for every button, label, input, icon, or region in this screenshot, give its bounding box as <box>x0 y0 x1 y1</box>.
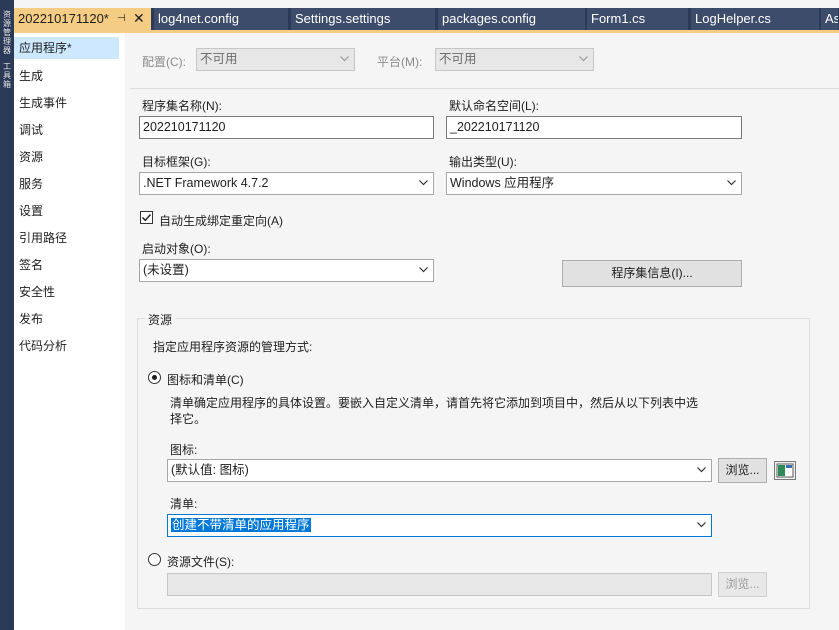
tab-label: log4net.config <box>158 11 239 26</box>
manifest-select[interactable]: 创建不带清单的应用程序 <box>167 514 712 537</box>
default-namespace-input[interactable]: _202210171120 <box>446 116 742 139</box>
tab-label: As <box>825 11 839 26</box>
tab-overflow[interactable]: As <box>821 8 839 30</box>
nav-item-security[interactable]: 安全性 <box>14 281 119 303</box>
chevron-down-icon <box>340 56 349 62</box>
chevron-down-icon <box>697 467 706 473</box>
divider <box>130 88 839 89</box>
tab-label: Form1.cs <box>591 11 646 26</box>
output-type-label: 输出类型(U): <box>449 155 517 169</box>
icon-preview-icon <box>774 461 796 480</box>
resource-file-input[interactable] <box>167 573 712 596</box>
assembly-name-label: 程序集名称(N): <box>142 99 222 113</box>
resource-file-label: 资源文件(S): <box>167 555 235 569</box>
configuration-value: 不可用 <box>200 52 238 66</box>
configuration-label: 配置(C): <box>142 55 186 69</box>
resources-description: 指定应用程序资源的管理方式: <box>153 340 313 354</box>
icon-label: 图标: <box>170 443 198 457</box>
tab-packages-config[interactable]: packages.config <box>438 8 586 30</box>
solution-explorer-tab[interactable]: 资源管理器 <box>2 10 12 55</box>
platform-select[interactable]: 不可用 <box>435 48 594 71</box>
platform-value: 不可用 <box>439 52 477 66</box>
tab-label: Settings.settings <box>295 11 391 26</box>
configuration-select[interactable]: 不可用 <box>196 48 355 71</box>
nav-item-reference-paths[interactable]: 引用路径 <box>14 227 119 249</box>
chevron-down-icon <box>697 522 706 528</box>
nav-item-code-analysis[interactable]: 代码分析 <box>14 335 119 357</box>
icon-select[interactable]: (默认值: 图标) <box>167 459 712 482</box>
nav-item-publish[interactable]: 发布 <box>14 308 119 330</box>
auto-binding-redirect-label: 自动生成绑定重定向(A) <box>159 214 283 228</box>
nav-item-services[interactable]: 服务 <box>14 173 119 195</box>
tab-log4net-config[interactable]: log4net.config <box>154 8 289 30</box>
startup-object-select[interactable]: (未设置) <box>139 259 434 282</box>
startup-object-label: 启动对象(O): <box>142 242 211 256</box>
target-framework-select[interactable]: .NET Framework 4.7.2 <box>139 172 434 195</box>
chevron-down-icon <box>419 267 428 273</box>
nav-item-settings[interactable]: 设置 <box>14 200 119 222</box>
nav-item-debug[interactable]: 调试 <box>14 119 119 141</box>
pin-icon[interactable]: ⊣ <box>117 8 126 29</box>
assembly-info-button[interactable]: 程序集信息(I)... <box>562 260 742 287</box>
assembly-name-input[interactable]: 202210171120 <box>139 116 434 139</box>
tab-settings-settings[interactable]: Settings.settings <box>291 8 436 30</box>
chevron-down-icon <box>419 180 428 186</box>
nav-item-build-events[interactable]: 生成事件 <box>14 92 119 114</box>
startup-object-value: (未设置) <box>143 263 189 277</box>
output-type-select[interactable]: Windows 应用程序 <box>446 172 742 195</box>
document-tab-bar: 202210171120* ⊣ ✕ log4net.config Setting… <box>14 8 839 30</box>
close-icon[interactable]: ✕ <box>133 8 145 29</box>
checkmark-icon <box>142 214 152 222</box>
radio-selected-dot <box>152 375 157 380</box>
icon-manifest-label: 图标和清单(C) <box>167 373 244 387</box>
resources-group-title: 资源 <box>145 311 176 328</box>
manifest-help-line1: 清单确定应用程序的具体设置。要嵌入自定义清单，请首先将它添加到项目中，然后从以下… <box>170 396 699 410</box>
manifest-help-line2: 择它。 <box>170 412 207 426</box>
toolbox-tab[interactable]: 工具箱 <box>2 62 12 89</box>
chevron-down-icon <box>579 56 588 62</box>
chevron-down-icon <box>727 180 736 186</box>
tool-window-strip: 资源管理器 工具箱 <box>0 0 14 630</box>
auto-binding-redirect-checkbox[interactable] <box>140 211 153 224</box>
nav-item-application[interactable]: 应用程序* <box>14 37 119 59</box>
output-type-value: Windows 应用程序 <box>450 176 555 190</box>
icon-manifest-radio[interactable] <box>148 371 161 384</box>
tab-project-properties[interactable]: 202210171120* ⊣ ✕ <box>14 8 152 30</box>
resource-file-radio[interactable] <box>148 553 161 566</box>
target-framework-label: 目标框架(G): <box>142 155 211 169</box>
tab-form1-cs[interactable]: Form1.cs <box>587 8 689 30</box>
target-framework-value: .NET Framework 4.7.2 <box>143 176 269 190</box>
platform-label: 平台(M): <box>377 55 423 69</box>
tab-label: LogHelper.cs <box>695 11 771 26</box>
tab-label: 202210171120* <box>18 11 109 26</box>
nav-item-resources[interactable]: 资源 <box>14 146 119 168</box>
icon-value: (默认值: 图标) <box>171 463 249 477</box>
nav-item-signing[interactable]: 签名 <box>14 254 119 276</box>
manifest-value: 创建不带清单的应用程序 <box>171 518 311 532</box>
icon-browse-button[interactable]: 浏览... <box>718 458 767 483</box>
nav-item-build[interactable]: 生成 <box>14 65 119 87</box>
default-namespace-label: 默认命名空间(L): <box>449 99 540 113</box>
tab-label: packages.config <box>442 11 536 26</box>
resource-file-browse-button[interactable]: 浏览... <box>718 572 767 597</box>
active-tab-underline <box>14 30 839 33</box>
manifest-label: 清单: <box>170 497 198 511</box>
tab-loghelper-cs[interactable]: LogHelper.cs <box>691 8 820 30</box>
